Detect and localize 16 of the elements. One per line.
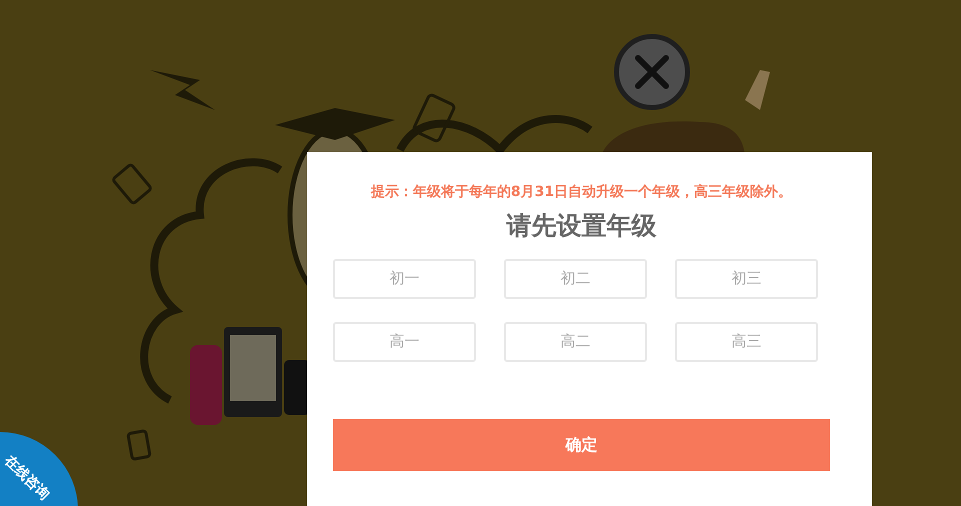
lightning-icon <box>150 70 215 110</box>
close-icon <box>633 53 671 91</box>
dialog-title: 请先设置年级 <box>505 210 658 242</box>
grade-option[interactable]: 高二 <box>504 322 647 362</box>
grade-option[interactable]: 初三 <box>675 258 818 298</box>
grade-option[interactable]: 高一 <box>333 322 476 362</box>
grade-option[interactable]: 高三 <box>675 322 818 362</box>
grade-option[interactable]: 初一 <box>333 258 476 298</box>
confirm-button[interactable]: 确定 <box>333 418 830 470</box>
notice-text: 提示：年级将于每年的8月31日自动升级一个年级，高三年级除外。 <box>370 182 794 202</box>
consult-badge[interactable]: 在线咨询 <box>0 432 78 506</box>
phone-icon <box>111 162 153 206</box>
grade-option[interactable]: 初二 <box>504 258 647 298</box>
phone-icon <box>411 92 457 144</box>
phone-icon <box>126 429 152 461</box>
graduation-cap-icon <box>275 108 395 140</box>
